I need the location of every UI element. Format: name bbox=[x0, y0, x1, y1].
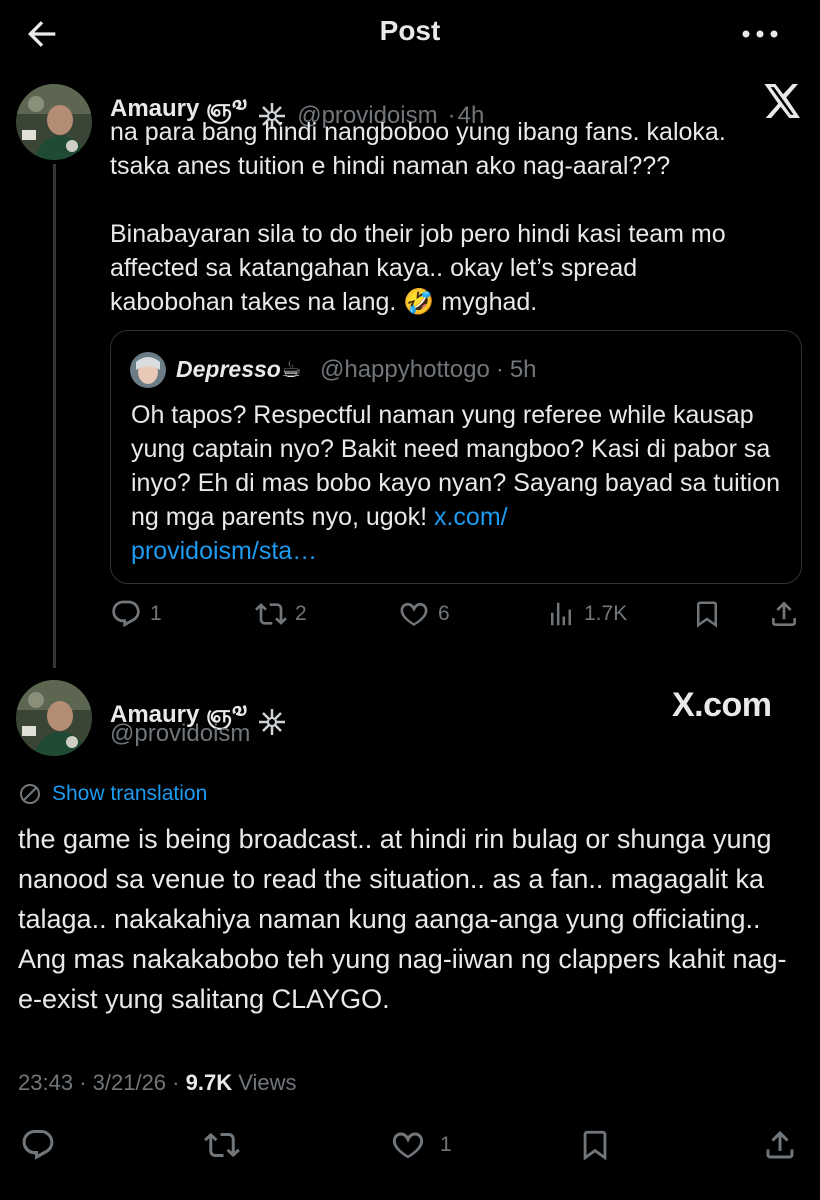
reply-icon bbox=[112, 600, 140, 628]
reply-count: 1 bbox=[150, 602, 162, 625]
reply-icon bbox=[22, 1130, 54, 1160]
separator: · bbox=[172, 1070, 180, 1095]
more-button[interactable] bbox=[736, 16, 784, 52]
separator: · bbox=[495, 356, 504, 383]
tweet-meta: 23:43 · 3/21/26 · 9.7K Views bbox=[18, 1070, 297, 1096]
x-logo-icon bbox=[764, 84, 802, 118]
reply-button[interactable]: 1 bbox=[110, 598, 162, 630]
more-horizontal-icon bbox=[742, 30, 778, 38]
bookmark-icon bbox=[697, 601, 717, 628]
like-button[interactable]: 1 bbox=[390, 1127, 452, 1163]
quote-meta: @happyhottogo · 5h bbox=[320, 356, 537, 384]
main-tweet-text: the game is being broadcast.. at hindi r… bbox=[18, 824, 787, 1014]
repost-button[interactable]: 2 bbox=[255, 598, 307, 630]
quote-timestamp: 5h bbox=[509, 356, 537, 383]
share-button[interactable] bbox=[762, 1127, 798, 1163]
avatar[interactable] bbox=[16, 84, 92, 160]
share-button[interactable] bbox=[768, 598, 800, 630]
views-button[interactable]: 1.7K bbox=[546, 598, 627, 630]
views-icon bbox=[551, 602, 571, 626]
views-count: 9.7K bbox=[185, 1070, 233, 1095]
page-title: Post bbox=[379, 15, 441, 46]
avatar[interactable] bbox=[16, 680, 92, 756]
bookmark-button[interactable] bbox=[692, 598, 722, 630]
post-time[interactable]: 23:43 bbox=[18, 1070, 73, 1095]
show-translation-button[interactable]: Show translation bbox=[18, 782, 207, 806]
bookmark-button[interactable] bbox=[578, 1127, 612, 1163]
share-icon bbox=[766, 1130, 794, 1159]
show-translation-label: Show translation bbox=[52, 782, 208, 805]
quote-text: Oh tapos? Respectful naman yung referee … bbox=[131, 398, 781, 568]
repost-icon bbox=[255, 603, 287, 625]
views-label: Views bbox=[238, 1070, 297, 1095]
like-button[interactable]: 6 bbox=[398, 598, 450, 630]
quote-avatar bbox=[130, 352, 166, 388]
bookmark-icon bbox=[583, 1130, 607, 1161]
view-count: 1.7K bbox=[584, 602, 628, 625]
quote-author-name: Depresso☕ bbox=[176, 356, 302, 382]
separator: · bbox=[79, 1070, 87, 1095]
repost-button[interactable] bbox=[204, 1127, 240, 1163]
reply-button[interactable] bbox=[20, 1127, 56, 1163]
heart-icon bbox=[392, 1132, 424, 1159]
heart-icon bbox=[400, 602, 428, 626]
verified-decoration-icon bbox=[259, 708, 286, 735]
thread-line bbox=[53, 164, 56, 668]
x-com-watermark: X.com bbox=[672, 686, 772, 724]
quote-handle: @happyhottogo bbox=[320, 356, 490, 383]
post-date[interactable]: 3/21/26 bbox=[93, 1070, 166, 1095]
tweet-text: na para bang hindi nangboboo yung ibang … bbox=[110, 118, 726, 316]
repost-icon bbox=[204, 1132, 240, 1158]
repost-count: 2 bbox=[295, 602, 307, 625]
like-count: 1 bbox=[440, 1133, 452, 1156]
globe-icon bbox=[20, 784, 40, 804]
author-handle[interactable]: @providoism bbox=[110, 720, 250, 748]
share-icon bbox=[772, 601, 796, 626]
like-count: 6 bbox=[438, 602, 450, 625]
